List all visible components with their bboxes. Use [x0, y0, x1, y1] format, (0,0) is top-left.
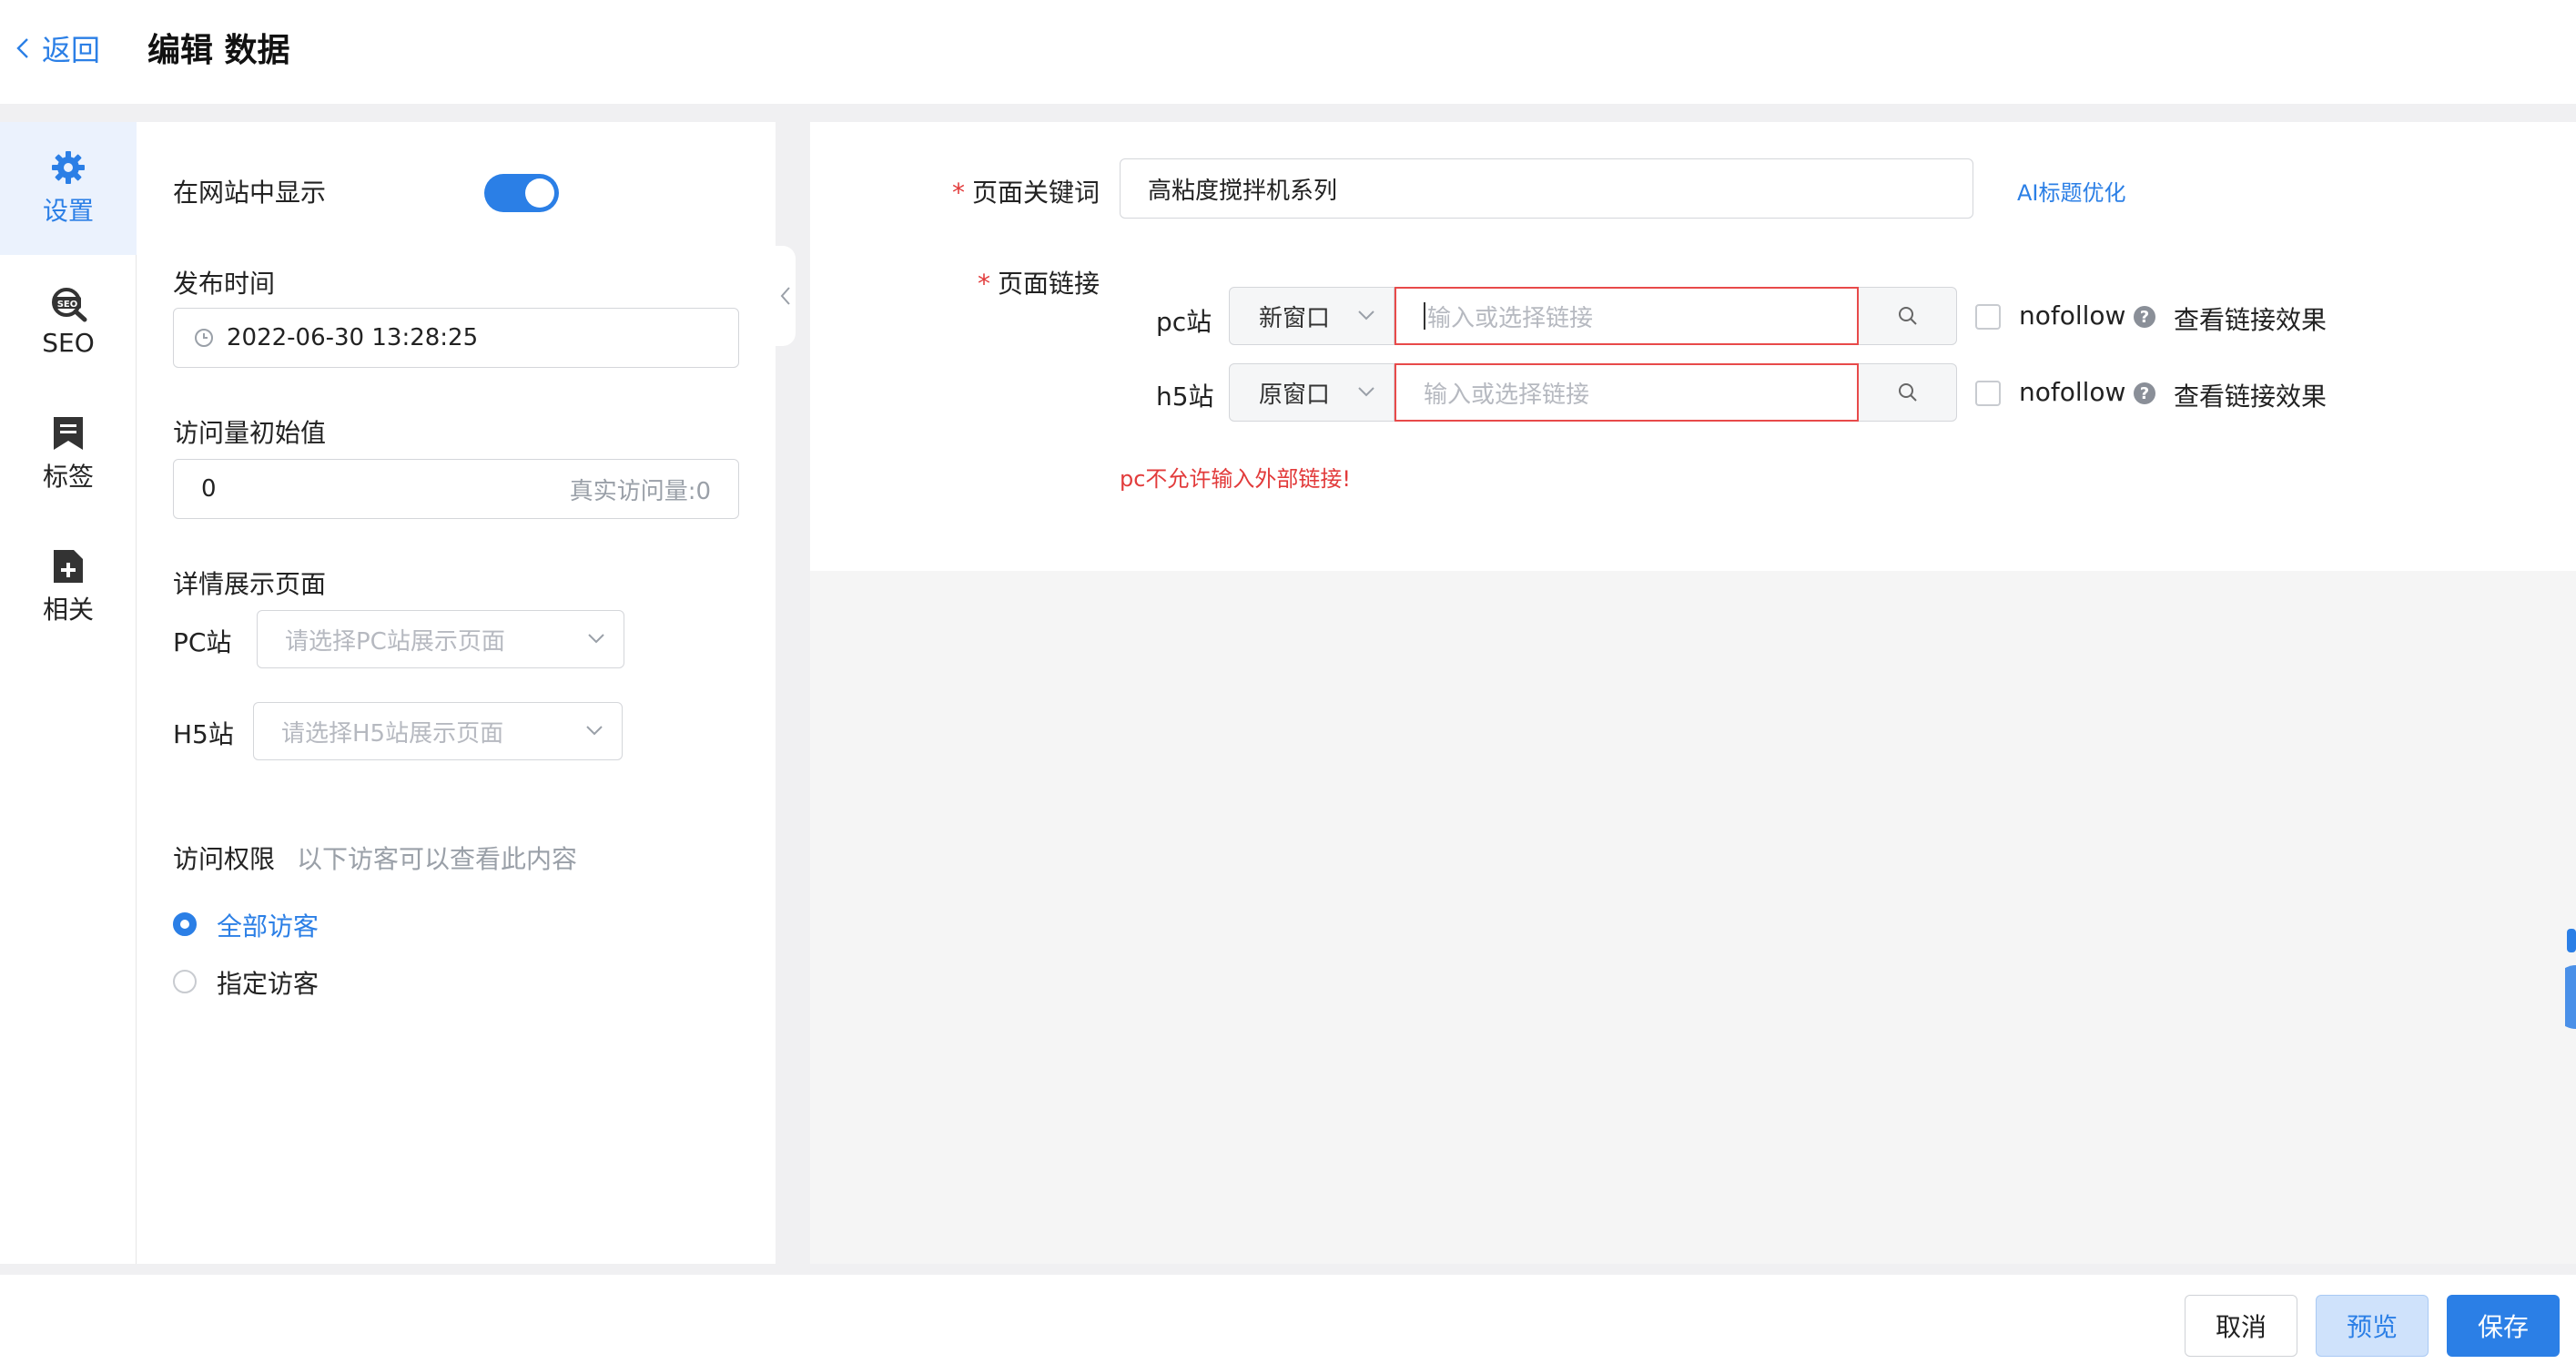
back-button[interactable]: 返回 — [16, 27, 100, 69]
ai-title-optimize-link[interactable]: AI标题优化 — [2017, 175, 2126, 207]
link-error-message: pc不允许输入外部链接! — [1120, 466, 1352, 492]
pc-window-value: 新窗口 — [1259, 304, 1331, 332]
pc-link-input[interactable]: 输入或选择链接 — [1394, 287, 1859, 345]
radio-all-visitors[interactable] — [173, 912, 197, 936]
chevron-left-icon — [780, 287, 790, 305]
help-icon[interactable]: ? — [2134, 382, 2155, 404]
h5-view-link-effect[interactable]: 查看链接效果 — [2174, 377, 2327, 413]
h5-link-input[interactable]: 输入或选择链接 — [1394, 363, 1859, 422]
chevron-left-icon — [16, 38, 28, 58]
h5-nofollow-label: nofollow — [2019, 377, 2126, 407]
pc-page-select[interactable]: 请选择PC站展示页面 — [257, 610, 624, 668]
tag-icon — [54, 417, 83, 450]
visits-label: 访问量初始值 — [173, 418, 327, 448]
chevron-down-icon — [1358, 310, 1374, 321]
preview-button[interactable]: 预览 — [2316, 1295, 2429, 1357]
h5-page-placeholder: 请选择H5站展示页面 — [281, 719, 504, 748]
nav-item-tags[interactable]: 标签 — [0, 388, 137, 521]
access-hint: 以下访客可以查看此内容 — [297, 844, 578, 874]
chevron-down-icon — [588, 634, 604, 644]
h5-link-placeholder: 输入或选择链接 — [1424, 381, 1590, 409]
h5-window-value: 原窗口 — [1259, 381, 1331, 409]
main-empty-area — [810, 571, 2576, 1264]
show-on-site-label: 在网站中显示 — [173, 178, 327, 208]
related-doc-icon — [54, 550, 83, 583]
radio-all-visitors-label[interactable]: 全部访客 — [217, 907, 319, 943]
access-label: 访问权限 — [173, 844, 276, 874]
svg-text:SEO: SEO — [57, 300, 78, 310]
search-icon — [1898, 307, 1917, 325]
seo-search-icon: SEO — [52, 287, 87, 321]
radio-specific-visitors[interactable] — [173, 970, 197, 993]
nav-item-related[interactable]: 相关 — [0, 521, 137, 654]
h5-link-search-button[interactable] — [1859, 363, 1957, 422]
pc-page-placeholder: 请选择PC站展示页面 — [285, 627, 505, 656]
toggle-knob — [525, 178, 554, 208]
pc-view-link-effect[interactable]: 查看链接效果 — [2174, 300, 2327, 337]
keyword-value: 高粘度搅拌机系列 — [1148, 177, 1338, 205]
nav-label: SEO — [42, 327, 95, 358]
top-bar — [0, 0, 2576, 104]
chevron-down-icon — [1358, 387, 1374, 397]
help-icon[interactable]: ? — [2134, 306, 2155, 328]
cancel-button[interactable]: 取消 — [2185, 1295, 2297, 1357]
keyword-input[interactable]: 高粘度搅拌机系列 — [1120, 158, 1973, 219]
h5-window-select[interactable]: 原窗口 — [1229, 363, 1394, 422]
nav-label: 相关 — [42, 595, 94, 625]
h5-nofollow-checkbox[interactable] — [1975, 381, 2001, 406]
pc-site-label: PC站 — [173, 627, 232, 657]
pc-site-label: pc站 — [1156, 307, 1212, 337]
gear-icon — [52, 151, 85, 184]
clock-icon — [195, 329, 213, 347]
back-label: 返回 — [42, 33, 101, 67]
publish-time-label: 发布时间 — [173, 269, 276, 299]
nav-label: 标签 — [42, 462, 94, 492]
visits-input[interactable]: 0 真实访问量:0 — [173, 459, 739, 519]
h5-page-select[interactable]: 请选择H5站展示页面 — [253, 702, 623, 760]
text-cursor — [1424, 302, 1425, 330]
page-link-label: * 页面链接 — [978, 269, 1100, 299]
keyword-label: * 页面关键词 — [952, 178, 1100, 208]
pc-link-placeholder: 输入或选择链接 — [1427, 304, 1594, 332]
nav-item-settings[interactable]: 设置 — [0, 122, 137, 255]
visits-value: 0 — [201, 475, 217, 503]
publish-time-input[interactable]: 2022-06-30 13:28:25 — [173, 308, 739, 368]
floating-assistant-icon[interactable] — [2550, 929, 2576, 1047]
nav-label: 设置 — [42, 196, 94, 226]
pc-window-select[interactable]: 新窗口 — [1229, 287, 1394, 345]
settings-panel: 在网站中显示 发布时间 2022-06-30 13:28:25 访问量初始值 0… — [137, 122, 776, 1264]
collapse-panel-handle[interactable] — [776, 246, 796, 346]
real-visits: 真实访问量:0 — [569, 477, 711, 505]
pc-link-search-button[interactable] — [1859, 287, 1957, 345]
detail-page-label: 详情展示页面 — [173, 569, 327, 599]
save-button[interactable]: 保存 — [2447, 1295, 2560, 1357]
nav-item-seo[interactable]: SEO SEO — [0, 255, 137, 388]
page-title: 编辑 数据 — [147, 32, 290, 69]
pc-nofollow-label: nofollow — [2019, 300, 2126, 331]
publish-time-value: 2022-06-30 13:28:25 — [227, 324, 479, 351]
chevron-down-icon — [586, 726, 603, 736]
side-nav: 设置 SEO SEO 标签 相关 — [0, 122, 137, 1264]
radio-specific-visitors-label[interactable]: 指定访客 — [217, 964, 319, 1001]
search-icon — [1898, 383, 1917, 402]
pc-nofollow-checkbox[interactable] — [1975, 304, 2001, 330]
show-on-site-toggle[interactable] — [484, 174, 559, 212]
h5-site-label: H5站 — [173, 719, 234, 749]
h5-site-label: h5站 — [1156, 382, 1214, 412]
